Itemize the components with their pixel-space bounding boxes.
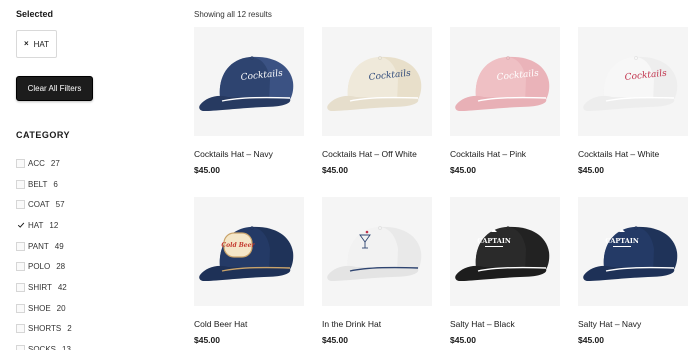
category-list: ACC 27 BELT 6 COAT 57 HAT 12 PANT 49 POLO 28 SHIRT 42… [16,153,72,350]
category-item-shoe[interactable]: SHOE 20 [16,298,72,319]
filter-sidebar: Selected × HAT Clear All Filters CATEGOR… [16,0,176,350]
category-count: 28 [56,262,66,272]
product-image[interactable]: Cocktails [194,27,304,136]
category-count: 42 [57,282,67,292]
hat-illustration: Cocktails [327,56,422,111]
category-count: 13 [62,345,71,350]
product-card[interactable]: CAPTAIN Salty Hat – Navy $45.00 [578,197,688,345]
category-name: SOCKS [28,345,57,350]
category-name: POLO [28,262,51,272]
product-name[interactable]: In the Drink Hat [322,319,381,329]
product-image[interactable]: Cocktails [578,27,688,136]
category-item-shirt[interactable]: SHIRT 42 [16,277,72,298]
results-count: Showing all 12 results [194,10,272,19]
clear-all-filters-button[interactable]: Clear All Filters [16,76,93,101]
product-name[interactable]: Salty Hat – Black [450,319,515,329]
category-checkbox[interactable] [16,158,25,168]
active-filter-chip-hat[interactable]: × HAT [16,30,57,58]
product-card[interactable]: Cold Beer Cold Beer Hat $45.00 [194,197,304,345]
product-name[interactable]: Cocktails Hat – Off White [322,149,417,159]
product-price: $45.00 [322,165,348,175]
product-card[interactable]: Cocktails Cocktails Hat – White $45.00 [578,27,688,175]
category-item-socks[interactable]: SOCKS 13 [16,339,72,350]
checkmark-icon [17,223,24,229]
product-card[interactable]: Cocktails Cocktails Hat – Off White $45.… [322,27,432,175]
hat-illustration: CAPTAIN [583,226,678,281]
category-name: HAT [28,220,44,230]
category-checkbox[interactable] [16,303,25,313]
category-heading: CATEGORY [16,130,71,140]
category-name: BELT [28,179,48,189]
category-count: 27 [50,158,60,168]
category-item-polo[interactable]: POLO 28 [16,256,72,277]
category-item-belt[interactable]: BELT 6 [16,174,72,195]
category-checkbox[interactable] [16,241,25,251]
product-name[interactable]: Cold Beer Hat [194,319,247,329]
product-image[interactable]: CAPTAIN [450,197,560,306]
product-name[interactable]: Cocktails Hat – Navy [194,149,273,159]
category-item-hat[interactable]: HAT 12 [16,215,72,236]
hat-illustration [327,226,422,281]
hat-illustration: Cocktails [199,56,294,111]
product-price: $45.00 [450,335,476,345]
product-card[interactable]: Cocktails Cocktails Hat – Pink $45.00 [450,27,560,175]
product-card[interactable]: In the Drink Hat $45.00 [322,197,432,345]
category-checkbox[interactable] [16,200,25,210]
hat-illustration: Cocktails [583,56,678,111]
product-image[interactable]: Cold Beer [194,197,304,306]
category-name: COAT [28,200,50,210]
product-image[interactable] [322,197,432,306]
category-checkbox[interactable] [16,221,25,230]
category-item-shorts[interactable]: SHORTS 2 [16,319,72,340]
category-item-coat[interactable]: COAT 57 [16,194,72,215]
remove-filter-icon[interactable]: × [24,40,29,48]
cold-beer-patch-icon: Cold Beer [221,232,255,258]
category-count: 57 [55,200,65,210]
product-name[interactable]: Cocktails Hat – White [578,149,659,159]
category-name: SHORTS [28,324,62,334]
product-price: $45.00 [578,165,604,175]
category-item-acc[interactable]: ACC 27 [16,153,72,174]
hat-illustration: CAPTAIN [455,226,550,281]
product-price: $45.00 [194,165,220,175]
category-count: 2 [67,324,72,334]
category-checkbox[interactable] [16,345,25,350]
category-count: 49 [54,241,64,251]
category-name: PANT [28,241,49,251]
product-price: $45.00 [322,335,348,345]
category-checkbox[interactable] [16,262,25,272]
hat-logo-text: CAPTAIN [605,237,639,245]
category-item-pant[interactable]: PANT 49 [16,236,72,257]
hat-logo-text: Cold Beer [221,242,255,249]
product-image[interactable]: CAPTAIN [578,197,688,306]
selected-heading: Selected [16,9,54,19]
hat-logo-text: CAPTAIN [477,237,511,245]
active-filter-label: HAT [33,39,50,49]
product-card[interactable]: CAPTAIN Salty Hat – Black $45.00 [450,197,560,345]
category-checkbox[interactable] [16,324,25,334]
category-name: SHIRT [28,282,52,292]
category-count: 6 [53,179,58,189]
product-image[interactable]: Cocktails [450,27,560,136]
category-name: SHOE [28,303,51,313]
hat-illustration: Cold Beer [199,226,294,281]
category-count: 20 [56,303,66,313]
category-checkbox[interactable] [16,282,25,292]
product-price: $45.00 [578,335,604,345]
product-name[interactable]: Salty Hat – Navy [578,319,641,329]
product-card[interactable]: Cocktails Cocktails Hat – Navy $45.00 [194,27,304,175]
category-count: 12 [49,220,59,230]
hat-illustration: Cocktails [455,56,550,111]
product-name[interactable]: Cocktails Hat – Pink [450,149,526,159]
product-price: $45.00 [194,335,220,345]
category-name: ACC [28,158,45,168]
category-checkbox[interactable] [16,179,25,189]
product-image[interactable]: Cocktails [322,27,432,136]
product-price: $45.00 [450,165,476,175]
